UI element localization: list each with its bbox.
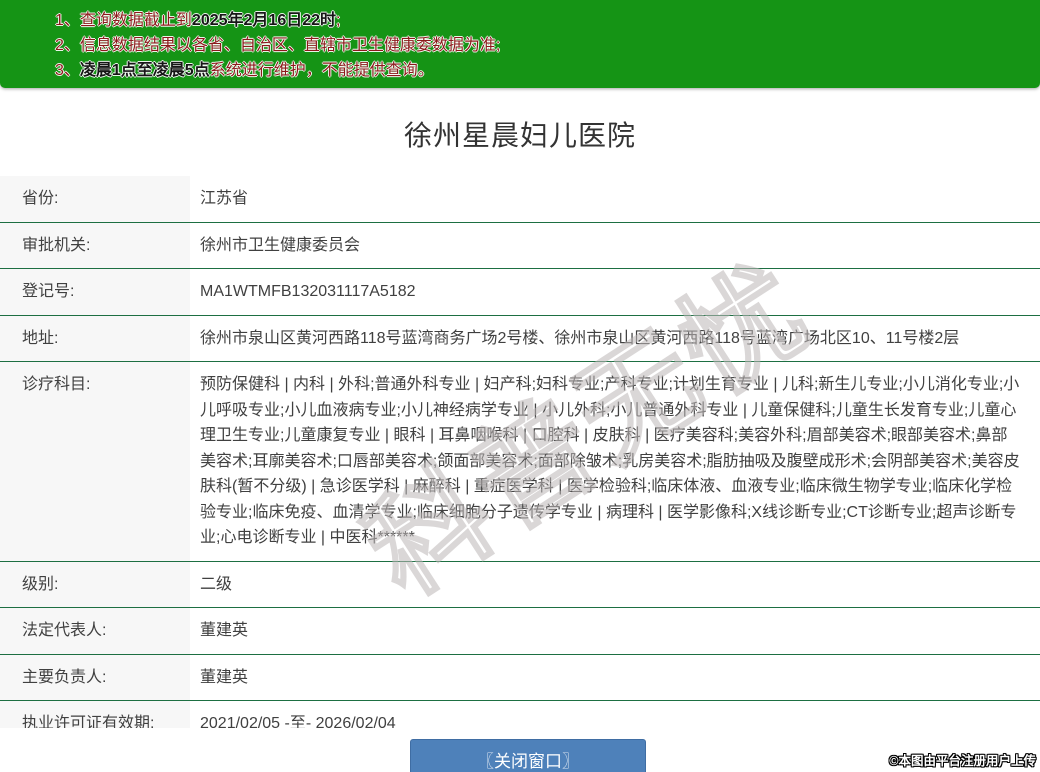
row-label: 诊疗科目: <box>0 362 190 561</box>
close-window-button[interactable]: 〖关闭窗口〗 <box>410 739 646 772</box>
row-value: 江苏省 <box>190 176 1040 222</box>
table-row: 级别:二级 <box>0 562 1040 609</box>
row-value: 徐州市卫生健康委员会 <box>190 223 1040 269</box>
table-row: 诊疗科目:预防保健科 | 内科 | 外科;普通外科专业 | 妇产科;妇科专业;产… <box>0 362 1040 562</box>
notice-list: 1、查询数据截止到2025年2月16日22时;2、信息数据结果以各省、自治区、直… <box>0 8 1040 83</box>
info-table: 省份:江苏省审批机关:徐州市卫生健康委员会登记号:MA1WTMFB1320311… <box>0 176 1040 748</box>
row-value: MA1WTMFB132031117A5182 <box>190 269 1040 315</box>
notice-banner: 1、查询数据截止到2025年2月16日22时;2、信息数据结果以各省、自治区、直… <box>0 0 1040 88</box>
row-label: 地址: <box>0 316 190 362</box>
row-label: 法定代表人: <box>0 608 190 654</box>
table-row: 法定代表人:董建英 <box>0 608 1040 655</box>
table-row: 地址:徐州市泉山区黄河西路118号蓝湾商务广场2号楼、徐州市泉山区黄河西路118… <box>0 316 1040 363</box>
table-row: 登记号:MA1WTMFB132031117A5182 <box>0 269 1040 316</box>
query-result-page: 1、查询数据截止到2025年2月16日22时;2、信息数据结果以各省、自治区、直… <box>0 0 1040 772</box>
row-label: 审批机关: <box>0 223 190 269</box>
row-value: 二级 <box>190 562 1040 608</box>
notice-item: 1、查询数据截止到2025年2月16日22时; <box>0 8 1040 33</box>
row-value: 徐州市泉山区黄河西路118号蓝湾商务广场2号楼、徐州市泉山区黄河西路118号蓝湾… <box>190 316 1040 362</box>
row-value: 预防保健科 | 内科 | 外科;普通外科专业 | 妇产科;妇科专业;产科专业;计… <box>190 362 1040 561</box>
page-title: 徐州星晨妇儿医院 <box>0 114 1040 154</box>
table-row: 审批机关:徐州市卫生健康委员会 <box>0 223 1040 270</box>
row-value: 董建英 <box>190 608 1040 654</box>
row-label: 登记号: <box>0 269 190 315</box>
row-value: 董建英 <box>190 655 1040 701</box>
notice-item: 2、信息数据结果以各省、自治区、直辖市卫生健康委数据为准; <box>0 33 1040 58</box>
row-label: 省份: <box>0 176 190 222</box>
row-label: 主要负责人: <box>0 655 190 701</box>
notice-item: 3、凌晨1点至凌晨5点系统进行维护，不能提供查询。 <box>0 58 1040 83</box>
table-row: 省份:江苏省 <box>0 176 1040 223</box>
table-row: 主要负责人:董建英 <box>0 655 1040 702</box>
image-credit: ©本图由平台注册用户上传 <box>889 750 1036 769</box>
row-label: 级别: <box>0 562 190 608</box>
